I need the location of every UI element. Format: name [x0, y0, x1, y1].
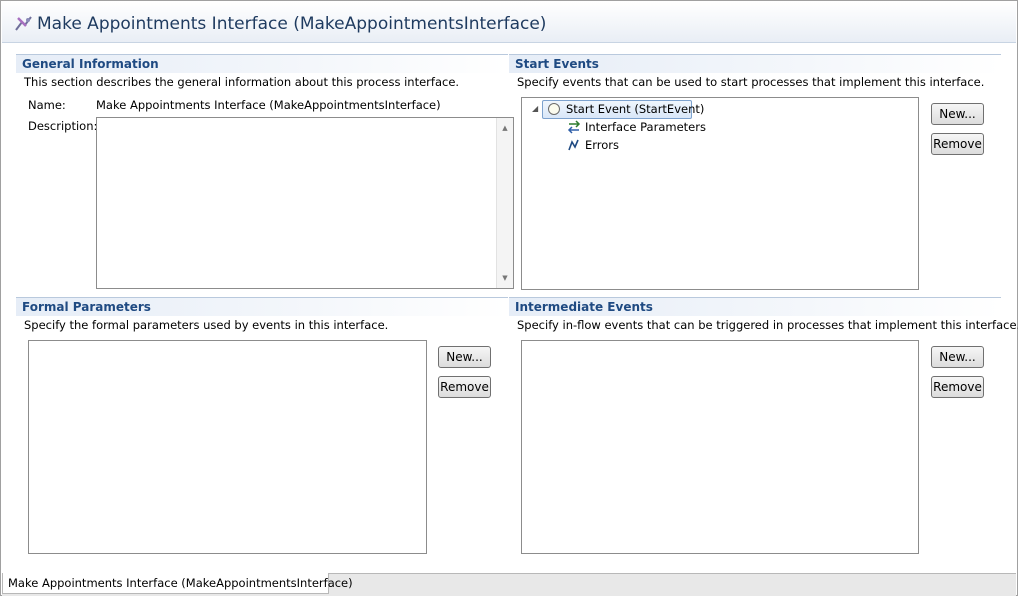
- intermediate-events-list[interactable]: [521, 340, 919, 554]
- editor-title-bar: Make Appointments Interface (MakeAppoint…: [2, 2, 1016, 43]
- section-header[interactable]: General Information: [16, 54, 508, 73]
- interface-parameters-icon: [567, 120, 581, 134]
- new-intermediate-event-button[interactable]: New...: [931, 346, 984, 368]
- name-value: Make Appointments Interface (MakeAppoint…: [96, 98, 441, 112]
- start-event-circle-icon: [548, 103, 560, 115]
- editor-title: Make Appointments Interface (MakeAppoint…: [37, 14, 547, 34]
- section-description: Specify events that can be used to start…: [517, 75, 985, 89]
- remove-intermediate-event-button[interactable]: Remove: [931, 376, 984, 398]
- description-label: Description:: [28, 119, 98, 133]
- description-field[interactable]: ▲ ▼: [96, 117, 514, 289]
- process-interface-icon: [15, 16, 32, 31]
- section-description: Specify the formal parameters used by ev…: [24, 318, 389, 332]
- tree-node-start-event[interactable]: ◢ Start Event (StartEvent): [522, 100, 918, 119]
- collapse-arrow-icon[interactable]: ◢: [532, 104, 538, 113]
- section-title: Start Events: [515, 57, 599, 71]
- section-header[interactable]: Start Events: [509, 54, 1001, 73]
- section-title: General Information: [22, 57, 159, 71]
- section-description: This section describes the general infor…: [24, 75, 460, 89]
- remove-formal-parameter-button[interactable]: Remove: [438, 376, 491, 398]
- new-formal-parameter-button[interactable]: New...: [438, 346, 491, 368]
- error-bolt-icon: [568, 139, 579, 151]
- section-header[interactable]: Formal Parameters: [16, 297, 508, 316]
- section-description: Specify in-flow events that can be trigg…: [517, 318, 1018, 332]
- start-events-section: Start Events Specify events that can be …: [509, 54, 1001, 294]
- name-label: Name:: [28, 98, 66, 112]
- intermediate-events-section: Intermediate Events Specify in-flow even…: [509, 297, 1018, 559]
- section-header[interactable]: Intermediate Events: [509, 297, 1001, 316]
- editor-frame: Make Appointments Interface (MakeAppoint…: [0, 0, 1018, 596]
- formal-parameters-section: Formal Parameters Specify the formal par…: [16, 297, 508, 559]
- new-start-event-button[interactable]: New...: [931, 103, 984, 125]
- editor-page-tabs: Make Appointments Interface (MakeAppoint…: [2, 573, 1016, 596]
- formal-parameters-list[interactable]: [28, 340, 427, 554]
- tree-node-label: Interface Parameters: [585, 120, 706, 134]
- page-tab-interface[interactable]: Make Appointments Interface (MakeAppoint…: [2, 573, 353, 594]
- remove-start-event-button[interactable]: Remove: [931, 133, 984, 155]
- section-title: Intermediate Events: [515, 300, 653, 314]
- tree-node-label: Errors: [585, 138, 620, 152]
- section-title: Formal Parameters: [22, 300, 151, 314]
- tree-node-label: Start Event (StartEvent): [566, 102, 705, 116]
- start-events-tree[interactable]: ◢ Start Event (StartEvent) Interface Par…: [521, 97, 919, 290]
- general-information-section: General Information This section describ…: [16, 54, 514, 294]
